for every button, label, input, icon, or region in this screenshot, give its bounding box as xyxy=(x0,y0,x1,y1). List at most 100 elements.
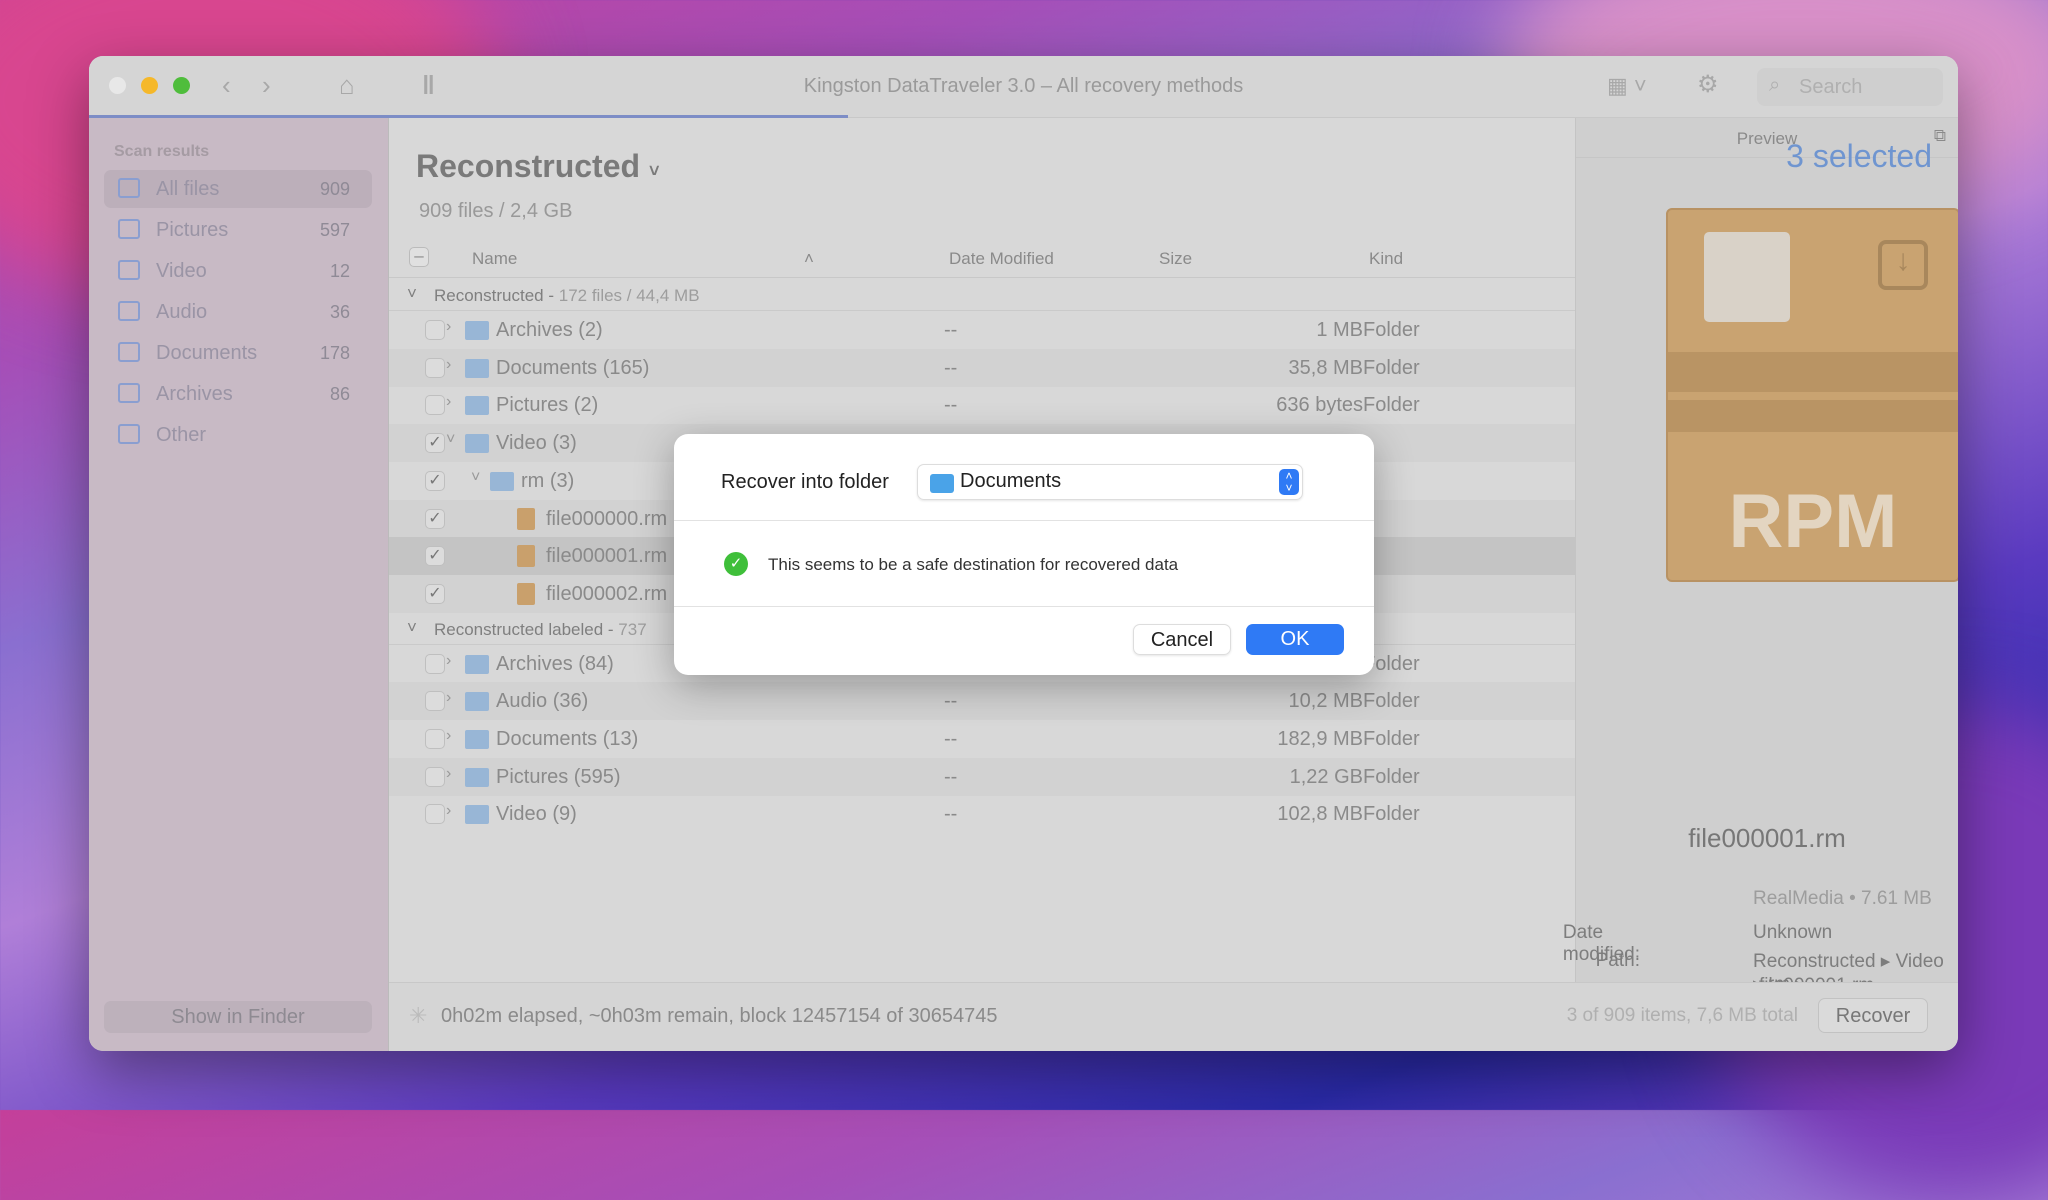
documents-icon xyxy=(118,342,140,362)
sidebar-item-all-files[interactable]: All files 909 xyxy=(104,170,372,208)
recover-button[interactable]: Recover xyxy=(1818,998,1928,1033)
chevron-right-icon[interactable]: › xyxy=(446,727,451,745)
folder-icon xyxy=(465,767,489,787)
folder-row[interactable]: › Documents (165) -- 35,8 MB Folder xyxy=(389,348,1575,387)
row-checkbox[interactable] xyxy=(425,766,445,787)
row-checkbox[interactable]: ✓ xyxy=(425,583,445,604)
search-icon: ⌕ xyxy=(1769,74,1781,96)
row-checkbox[interactable] xyxy=(425,653,445,674)
sort-ascending-icon[interactable]: ˄ xyxy=(804,249,814,269)
success-check-icon: ✓ xyxy=(724,552,748,576)
sidebar-item-documents[interactable]: Documents 178 xyxy=(104,334,372,372)
page-title[interactable]: Reconstructed ˅ xyxy=(416,148,659,185)
row-size: 182,9 MB xyxy=(1277,728,1363,750)
sidebar-item-label: Other xyxy=(156,424,207,446)
selection-summary: 3 of 909 items, 7,6 MB total xyxy=(1566,1005,1798,1026)
folder-row[interactable]: › Pictures (2) -- 636 bytes Folder xyxy=(389,386,1575,424)
cancel-button[interactable]: Cancel xyxy=(1133,624,1231,655)
sidebar-item-count: 597 xyxy=(319,220,350,240)
row-size: 35,8 MB xyxy=(1288,356,1363,379)
folder-row[interactable]: › Pictures (595) -- 1,22 GB Folder xyxy=(389,757,1575,796)
group-info: 172 files / 44,4 MB xyxy=(558,286,700,305)
page-subtitle: 909 files / 2,4 GB xyxy=(419,200,573,222)
row-checkbox[interactable]: ✓ xyxy=(425,546,445,567)
folder-icon xyxy=(465,434,489,454)
sidebar-item-label: All files xyxy=(156,178,220,200)
archives-icon xyxy=(118,383,140,403)
chevron-down-icon[interactable]: ˅ xyxy=(471,469,480,487)
filter-settings-icon[interactable]: ⚙ xyxy=(1697,70,1719,99)
selected-folder: Documents xyxy=(960,470,1062,492)
chevron-right-icon[interactable]: › xyxy=(446,356,451,374)
folder-row[interactable]: › Documents (13) -- 182,9 MB Folder xyxy=(389,720,1575,758)
destination-folder-select[interactable]: Documents ˄ ˅ xyxy=(917,464,1303,500)
row-name: Video (3) xyxy=(496,432,577,455)
row-kind: Folder xyxy=(1363,765,1420,788)
row-checkbox[interactable] xyxy=(425,729,445,749)
folder-row[interactable]: › Video (9) -- 102,8 MB Folder xyxy=(389,795,1575,833)
group-header[interactable]: ˅ Reconstructed - 172 files / 44,4 MB xyxy=(389,279,1575,311)
row-name: file000001.rm xyxy=(546,545,668,568)
download-icon: ↓ xyxy=(1878,240,1928,290)
preview-filename: file000001.rm xyxy=(1688,823,1846,853)
rm-file-icon xyxy=(517,545,535,568)
row-checkbox[interactable] xyxy=(425,804,445,825)
group-name: Reconstructed labeled xyxy=(434,619,604,639)
column-header: – Name ˄ Date Modified Size Kind xyxy=(389,238,1575,278)
row-checkbox[interactable]: ✓ xyxy=(425,470,445,491)
sidebar-item-pictures[interactable]: Pictures 597 xyxy=(104,211,372,249)
column-kind[interactable]: Kind xyxy=(1369,249,1403,269)
sidebar-item-audio[interactable]: Audio 36 xyxy=(104,293,372,331)
view-mode-icon[interactable]: ▦ ˅ xyxy=(1607,73,1647,99)
folder-row[interactable]: › Audio (36) -- 10,2 MB Folder xyxy=(389,682,1575,721)
title-text: Reconstructed xyxy=(416,148,641,184)
column-date[interactable]: Date Modified xyxy=(949,249,1054,269)
chevron-right-icon[interactable]: › xyxy=(446,652,451,670)
status-bar: ✳ 0h02m elapsed, ~0h03m remain, block 12… xyxy=(389,982,1958,1051)
row-checkbox[interactable] xyxy=(425,320,445,340)
column-size[interactable]: Size xyxy=(1159,249,1192,269)
label-sticker-icon xyxy=(1704,232,1790,322)
search-input[interactable]: ⌕ Search xyxy=(1757,68,1943,106)
stepper-chevrons-icon: ˄ ˅ xyxy=(1279,469,1299,495)
sidebar-item-other[interactable]: Other xyxy=(104,416,372,454)
chevron-right-icon[interactable]: › xyxy=(446,318,451,336)
chevron-down-icon[interactable]: ˅ xyxy=(407,284,417,304)
row-name: Archives (84) xyxy=(496,652,614,675)
row-checkbox[interactable]: ✓ xyxy=(425,433,445,454)
audio-icon xyxy=(118,301,140,321)
sidebar-item-archives[interactable]: Archives 86 xyxy=(104,375,372,413)
sidebar-item-video[interactable]: Video 12 xyxy=(104,252,372,290)
row-kind: Folder xyxy=(1363,690,1420,713)
folder-icon xyxy=(465,805,489,825)
chevron-right-icon[interactable]: › xyxy=(446,765,451,783)
column-name[interactable]: Name xyxy=(472,249,517,269)
copy-icon[interactable]: ⧉ xyxy=(1934,126,1946,146)
chevron-right-icon[interactable]: › xyxy=(446,393,451,411)
row-kind: Folder xyxy=(1363,728,1420,750)
row-checkbox[interactable]: ✓ xyxy=(425,508,445,529)
rm-file-icon xyxy=(517,507,535,530)
row-checkbox[interactable] xyxy=(425,357,445,378)
show-in-finder-button[interactable]: Show in Finder xyxy=(104,1001,372,1033)
row-name: file000000.rm xyxy=(546,507,668,530)
chevron-right-icon[interactable]: › xyxy=(446,689,451,707)
thumbnail-label: RPM xyxy=(1728,479,1898,564)
row-size: 636 bytes xyxy=(1276,394,1363,417)
sidebar-item-label: Video xyxy=(156,260,207,282)
row-size: 1 MB xyxy=(1316,319,1363,341)
folder-row[interactable]: › Archives (2) -- 1 MB Folder xyxy=(389,311,1575,349)
folder-icon xyxy=(465,654,489,674)
ok-button[interactable]: OK xyxy=(1246,624,1344,655)
recover-into-label: Recover into folder xyxy=(721,471,889,493)
folder-icon xyxy=(930,474,954,493)
other-icon xyxy=(118,424,140,444)
chevron-down-icon[interactable]: ˅ xyxy=(407,618,417,638)
row-checkbox[interactable] xyxy=(425,691,445,712)
row-checkbox[interactable] xyxy=(425,395,445,416)
chevron-right-icon[interactable]: › xyxy=(446,802,451,820)
row-name: Pictures (2) xyxy=(496,394,599,417)
sidebar-item-count: 12 xyxy=(329,261,350,281)
select-all-checkbox[interactable]: – xyxy=(409,247,429,267)
chevron-down-icon[interactable]: ˅ xyxy=(446,431,455,449)
